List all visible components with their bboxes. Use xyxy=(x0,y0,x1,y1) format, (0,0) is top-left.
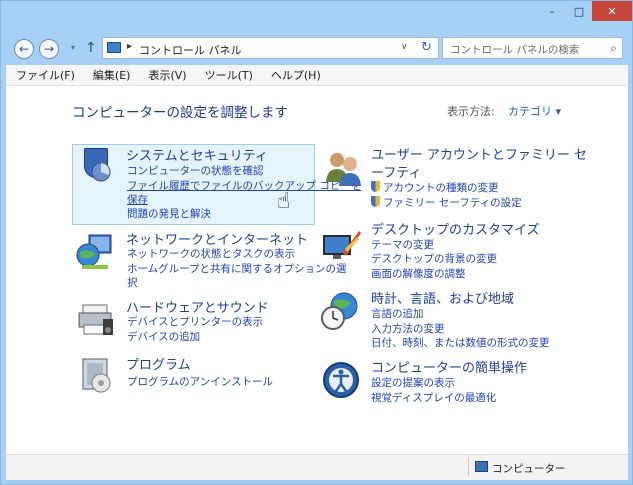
link-add-language[interactable]: 言語の追加 xyxy=(371,306,424,321)
link-find-fix-problems[interactable]: 問題の発見と解決 xyxy=(127,206,211,221)
link-homegroup-sharing-options[interactable]: ホームグループと共有に関するオプションの選 xyxy=(127,261,347,276)
status-divider xyxy=(468,458,469,476)
status-bar: コンピューター xyxy=(6,454,628,480)
link-change-theme[interactable]: テーマの変更 xyxy=(371,237,434,252)
breadcrumb-control-panel[interactable]: コントロール パネル xyxy=(139,42,242,58)
status-text: コンピューター xyxy=(492,463,566,475)
menu-view[interactable]: 表示(V) xyxy=(138,67,194,83)
view-by-label: 表示方法: xyxy=(447,105,495,118)
refresh-icon[interactable]: ↻ xyxy=(421,40,432,55)
navigation-bar: ← → ▾ ↑ ▸ コントロール パネル ∨ ↻ コントロール パネルの検索 ⌕ xyxy=(1,31,632,65)
menu-bar: ファイル(F) 編集(E) 表示(V) ツール(T) ヘルプ(H) xyxy=(6,65,628,86)
menu-tools[interactable]: ツール(T) xyxy=(195,67,261,83)
search-icon[interactable]: ⌕ xyxy=(610,41,617,56)
menu-file[interactable]: ファイル(F) xyxy=(6,67,83,83)
link-get-recommendations[interactable]: 設定の提案の表示 xyxy=(371,375,455,390)
ease-of-access-icon[interactable] xyxy=(321,360,361,400)
link-file-history-save[interactable]: 保存 xyxy=(127,192,148,207)
category-title-system-security[interactable]: システムとセキュリティ xyxy=(126,145,268,164)
category-title-user-accounts-cont[interactable]: ーフティ xyxy=(371,162,421,181)
users-icon[interactable] xyxy=(323,148,363,188)
link-change-account-type[interactable]: アカウントの種類の変更 xyxy=(371,180,499,195)
desktop-customize-icon[interactable] xyxy=(321,225,361,265)
view-by-dropdown[interactable]: カテゴリ ▾ xyxy=(508,103,561,119)
programs-box-icon[interactable] xyxy=(77,355,117,395)
minimize-button[interactable]: – xyxy=(538,1,566,21)
clock-globe-icon[interactable] xyxy=(321,291,361,331)
link-homegroup-sharing-options-cont[interactable]: 択 xyxy=(127,275,138,290)
link-uninstall-program[interactable]: プログラムのアンインストール xyxy=(127,374,273,389)
close-button[interactable]: ✕ xyxy=(592,1,632,21)
link-check-computer-status[interactable]: コンピューターの状態を確認 xyxy=(127,163,264,178)
link-network-status-tasks[interactable]: ネットワークの状態とタスクの表示 xyxy=(127,246,295,261)
uac-shield-icon xyxy=(371,181,380,192)
address-dropdown-icon[interactable]: ∨ xyxy=(401,42,408,52)
link-add-device[interactable]: デバイスの追加 xyxy=(127,329,200,344)
link-family-safety-settings[interactable]: ファミリー セーフティの設定 xyxy=(371,195,522,210)
maximize-button[interactable]: □ xyxy=(566,1,592,21)
link-devices-printers[interactable]: デバイスとプリンターの表示 xyxy=(127,314,263,329)
category-title-ease-of-access[interactable]: コンピューターの簡単操作 xyxy=(371,357,527,376)
category-title-clock-language-region[interactable]: 時計、言語、および地域 xyxy=(371,288,514,307)
control-panel-icon xyxy=(107,42,121,53)
back-button[interactable]: ← xyxy=(14,39,34,59)
category-title-user-accounts[interactable]: ユーザー アカウントとファミリー セ xyxy=(371,144,587,163)
page-title: コンピューターの設定を調整します xyxy=(72,105,288,121)
forward-button[interactable]: → xyxy=(39,39,59,59)
recent-locations-dropdown-icon[interactable]: ▾ xyxy=(71,43,75,52)
control-panel-window: – □ ✕ ← → ▾ ↑ ▸ コントロール パネル ∨ ↻ コントロール パネ… xyxy=(0,0,633,485)
search-input[interactable]: コントロール パネルの検索 ⌕ xyxy=(442,37,623,59)
link-change-desktop-background[interactable]: デスクトップの背景の変更 xyxy=(371,251,497,266)
category-title-programs[interactable]: プログラム xyxy=(126,354,191,373)
title-bar[interactable]: – □ ✕ xyxy=(1,1,632,31)
computer-icon xyxy=(475,461,488,472)
menu-help[interactable]: ヘルプ(H) xyxy=(261,67,329,83)
search-placeholder: コントロール パネルの検索 xyxy=(450,44,580,56)
printer-speaker-icon[interactable] xyxy=(75,299,115,339)
link-change-date-time-format[interactable]: 日付、時刻、または数値の形式の変更 xyxy=(371,335,550,350)
link-optimize-visual-display[interactable]: 視覚ディスプレイの最適化 xyxy=(371,390,496,405)
category-title-appearance[interactable]: デスクトップのカスタマイズ xyxy=(371,219,540,238)
up-arrow-icon[interactable]: ↑ xyxy=(85,40,97,56)
breadcrumb-separator-icon[interactable]: ▸ xyxy=(127,41,132,52)
uac-shield-icon xyxy=(371,196,380,207)
link-adjust-screen-resolution[interactable]: 画面の解像度の調整 xyxy=(371,266,466,281)
menu-edit[interactable]: 編集(E) xyxy=(83,67,139,83)
address-bar[interactable]: ▸ コントロール パネル ∨ ↻ xyxy=(102,37,439,59)
hand-cursor-icon: ☝ xyxy=(277,189,291,214)
link-change-input-method[interactable]: 入力方法の変更 xyxy=(371,321,445,336)
network-globe-icon[interactable] xyxy=(75,232,115,272)
security-shield-icon[interactable] xyxy=(76,148,116,188)
main-content: コンピューターの設定を調整します 表示方法: カテゴリ ▾ システムとセキュリテ… xyxy=(6,86,628,454)
